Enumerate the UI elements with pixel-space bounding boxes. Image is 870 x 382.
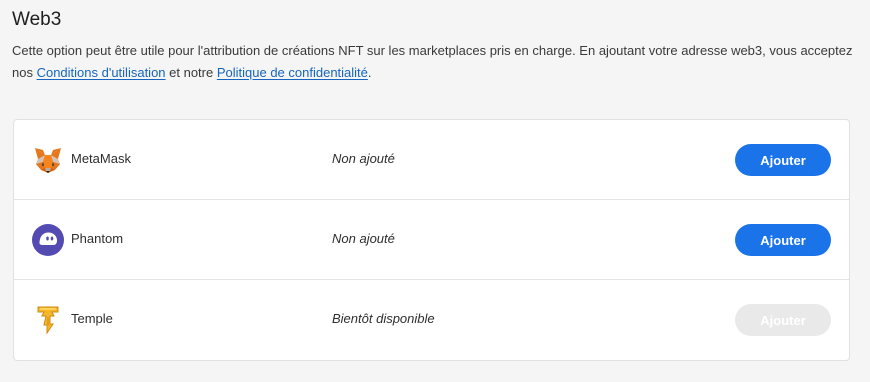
wallet-status: Non ajouté (332, 231, 395, 246)
privacy-policy-link[interactable]: Politique de confidentialité (217, 65, 368, 80)
temple-logo-icon (32, 304, 64, 336)
wallet-name: Phantom (71, 231, 124, 246)
add-phantom-button[interactable]: Ajouter (735, 224, 831, 256)
wallet-name: Temple (71, 311, 113, 326)
wallet-list: MetaMask Non ajouté Ajouter Phantom Non … (13, 119, 850, 361)
section-description: Cette option peut être utile pour l'attr… (12, 40, 862, 84)
wallet-name: MetaMask (71, 151, 131, 166)
phantom-ghost-icon (32, 224, 64, 256)
add-temple-button[interactable]: Ajouter (735, 304, 831, 336)
wallet-row-metamask: MetaMask Non ajouté Ajouter (14, 120, 849, 200)
description-text-3: . (367, 65, 372, 80)
section-title: Web3 (12, 9, 62, 30)
wallet-row-phantom: Phantom Non ajouté Ajouter (14, 200, 849, 280)
wallet-status: Non ajouté (332, 151, 395, 166)
metamask-fox-icon (32, 144, 64, 176)
wallet-status: Bientôt disponible (332, 311, 435, 326)
description-text-2: et notre (165, 65, 217, 80)
terms-link[interactable]: Conditions d'utilisation (37, 65, 166, 80)
add-metamask-button[interactable]: Ajouter (735, 144, 831, 176)
wallet-row-temple: Temple Bientôt disponible Ajouter (14, 280, 849, 360)
